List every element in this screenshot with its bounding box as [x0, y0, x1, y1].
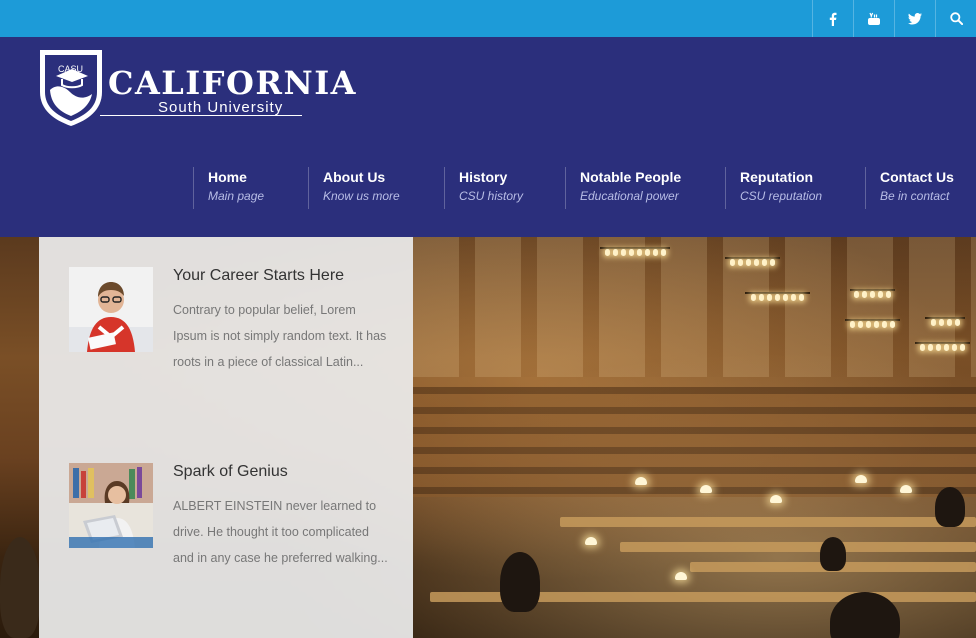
- student-silhouette: [500, 552, 540, 612]
- chandelier: [925, 317, 965, 331]
- nav-item-contact[interactable]: Contact Us Be in contact: [865, 167, 954, 209]
- social-links: [812, 0, 976, 37]
- facebook-link[interactable]: [812, 0, 853, 37]
- reading-lamp: [675, 572, 687, 580]
- reading-lamp: [900, 485, 912, 493]
- nav-title: About Us: [323, 169, 386, 185]
- reading-table: [620, 542, 976, 552]
- student-photo-icon: [69, 267, 153, 352]
- nav-item-home[interactable]: Home Main page: [193, 167, 264, 209]
- post-excerpt: Contrary to popular belief, Lorem Ipsum …: [173, 303, 387, 369]
- post-item: Spark of Genius ALBERT EINSTEIN never le…: [69, 463, 389, 613]
- youtube-link[interactable]: [853, 0, 894, 37]
- news-panel: Your Career Starts Here Contrary to popu…: [39, 237, 413, 638]
- nav-subtitle: CSU reputation: [740, 189, 823, 203]
- chandelier: [600, 247, 670, 261]
- nav-item-reputation[interactable]: Reputation CSU reputation: [725, 167, 822, 209]
- post-thumbnail[interactable]: [69, 463, 153, 548]
- nav-title: History: [459, 169, 508, 185]
- search-button[interactable]: [935, 0, 976, 37]
- nav-title: Home: [208, 169, 247, 185]
- student-silhouette: [0, 537, 40, 638]
- logo-badge: CASU: [58, 64, 83, 74]
- nav-item-notable-people[interactable]: Notable People Educational power: [565, 167, 681, 209]
- nav-subtitle: CSU history: [459, 189, 524, 203]
- reading-lamp: [700, 485, 712, 493]
- nav-subtitle: Educational power: [580, 189, 679, 203]
- chandelier: [845, 319, 900, 333]
- student-silhouette: [935, 487, 965, 527]
- facebook-icon: [829, 12, 837, 26]
- post-thumbnail[interactable]: [69, 267, 153, 352]
- logo-name: California: [108, 64, 357, 102]
- nav-subtitle: Be in contact: [880, 189, 950, 203]
- post-title[interactable]: Spark of Genius: [173, 463, 288, 481]
- reading-lamp: [635, 477, 647, 485]
- top-bar: [0, 0, 976, 37]
- hero-library-image: Your Career Starts Here Contrary to popu…: [0, 237, 976, 638]
- nav-title: Reputation: [740, 169, 814, 185]
- nav-title: Contact Us: [880, 169, 954, 185]
- youtube-icon: [868, 12, 880, 25]
- chandelier: [850, 289, 895, 303]
- twitter-link[interactable]: [894, 0, 935, 37]
- student-silhouette: [820, 537, 846, 571]
- search-icon: [949, 12, 963, 25]
- reading-lamp: [855, 475, 867, 483]
- library-bookshelves: [413, 387, 976, 497]
- chandelier: [725, 257, 780, 271]
- site-header: CASU California South University Home Ma…: [0, 37, 976, 237]
- library-windows: [413, 237, 976, 377]
- chandelier: [915, 342, 970, 356]
- twitter-icon: [908, 12, 922, 24]
- shield-icon: CASU: [40, 50, 102, 126]
- post-title[interactable]: Your Career Starts Here: [173, 267, 344, 285]
- reading-lamp: [770, 495, 782, 503]
- student-laptop-photo-icon: [69, 463, 153, 548]
- site-logo[interactable]: CASU California South University: [38, 48, 358, 130]
- logo-subtitle: South University: [158, 99, 284, 116]
- chandelier: [745, 292, 810, 306]
- post-item: Your Career Starts Here Contrary to popu…: [69, 267, 389, 417]
- reading-table: [560, 517, 976, 527]
- post-excerpt: ALBERT EINSTEIN never learned to drive. …: [173, 499, 388, 565]
- reading-lamp: [585, 537, 597, 545]
- nav-item-about[interactable]: About Us Know us more: [308, 167, 400, 209]
- nav-title: Notable People: [580, 169, 682, 185]
- nav-subtitle: Know us more: [323, 189, 400, 203]
- nav-subtitle: Main page: [208, 189, 265, 203]
- nav-item-history[interactable]: History CSU history: [444, 167, 523, 209]
